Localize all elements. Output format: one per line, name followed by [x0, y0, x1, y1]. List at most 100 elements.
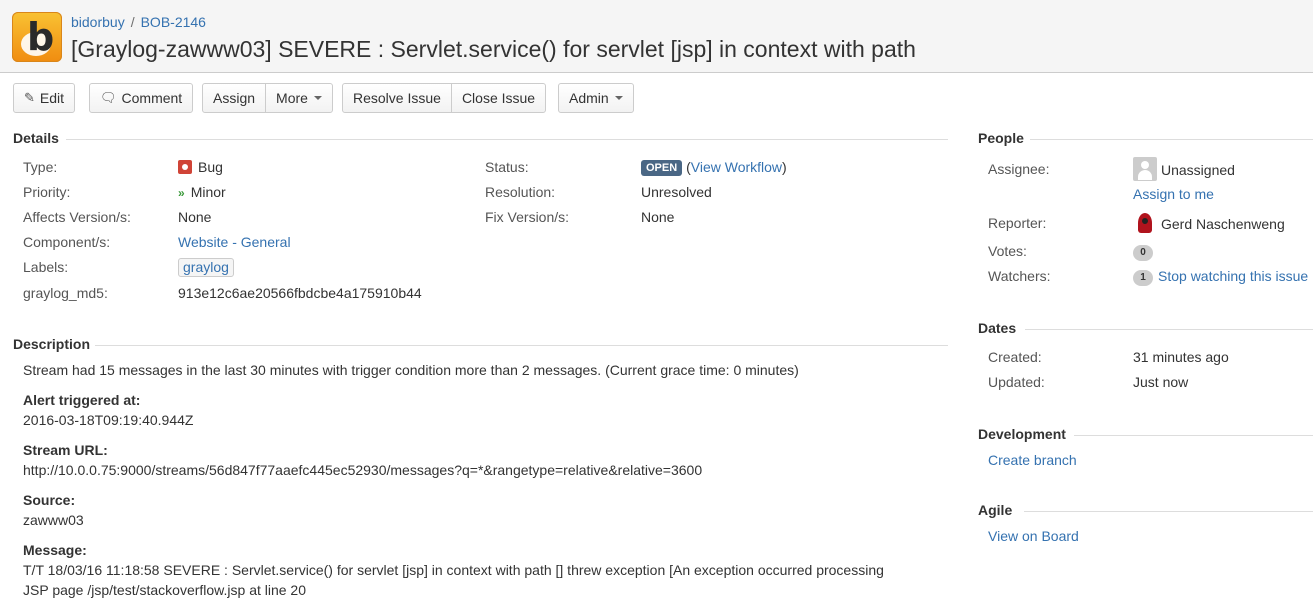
breadcrumb-separator: /	[130, 14, 135, 30]
priority-value: » Minor	[178, 184, 226, 200]
type-value-text: Bug	[198, 159, 223, 175]
status-badge: OPEN	[641, 160, 683, 176]
edit-group: ✎ Edit	[13, 83, 76, 113]
workflow-group: Resolve Issue Close Issue	[342, 83, 547, 113]
comment-button-label: Comment	[121, 90, 183, 106]
people-heading[interactable]: People	[978, 130, 1024, 146]
type-value: Bug	[178, 159, 223, 175]
component-link[interactable]: Website - General	[178, 234, 291, 250]
breadcrumb-project-link[interactable]: bidorbuy	[71, 14, 125, 30]
chevron-down-icon	[614, 96, 623, 100]
details-divider	[66, 139, 948, 140]
stream-url-link[interactable]: http://10.0.0.75:9000/streams/56d847f77a…	[23, 462, 702, 478]
message-line-2: JSP page /jsp/test/stackoverflow.jsp at …	[23, 582, 307, 598]
labels-value: graylog	[178, 258, 234, 277]
dates-heading[interactable]: Dates	[978, 320, 1016, 336]
pencil-icon: ✎	[24, 90, 35, 105]
assign-button[interactable]: Assign	[202, 83, 267, 113]
created-value: 31 minutes ago	[1133, 349, 1229, 365]
status-value: OPEN (View Workflow)	[641, 159, 787, 176]
more-button-label: More	[276, 90, 308, 106]
more-button[interactable]: More	[265, 83, 333, 113]
affects-versions-value: None	[178, 209, 212, 225]
description-intro: Stream had 15 messages in the last 30 mi…	[23, 362, 799, 378]
development-heading[interactable]: Development	[978, 426, 1066, 442]
resolve-issue-label: Resolve Issue	[353, 90, 441, 106]
source-value: zawww03	[23, 512, 84, 528]
assign-button-label: Assign	[213, 90, 256, 106]
message-line-1: T/T 18/03/16 11:18:58 SEVERE : Servlet.s…	[23, 562, 884, 578]
watchers-value: 1 Stop watching this issue	[1133, 268, 1308, 286]
admin-button-label: Admin	[569, 90, 609, 106]
type-label: Type:	[23, 159, 58, 175]
admin-group: Admin	[558, 83, 634, 113]
affects-versions-label: Affects Version/s:	[23, 209, 131, 225]
view-on-board-link[interactable]: View on Board	[988, 528, 1079, 544]
assignee-value: Unassigned	[1133, 157, 1235, 181]
resolve-issue-button[interactable]: Resolve Issue	[342, 83, 452, 113]
priority-value-text: Minor	[190, 184, 226, 200]
development-divider	[1074, 435, 1313, 436]
updated-value: Just now	[1133, 374, 1189, 390]
agile-divider	[1024, 511, 1313, 512]
votes-label: Votes:	[988, 243, 1027, 259]
unassigned-avatar-icon	[1133, 157, 1157, 181]
comment-icon: 🗨	[100, 90, 117, 105]
workflow-paren-close: )	[782, 159, 787, 175]
fix-versions-value: None	[641, 209, 675, 225]
comment-group: 🗨 Comment	[89, 83, 194, 113]
label-tag-graylog[interactable]: graylog	[178, 258, 234, 277]
people-divider	[1030, 139, 1313, 140]
watchers-label: Watchers:	[988, 268, 1051, 284]
admin-button[interactable]: Admin	[558, 83, 634, 113]
alert-triggered-value: 2016-03-18T09:19:40.944Z	[23, 412, 194, 428]
priority-minor-icon: »	[178, 186, 185, 200]
votes-count-badge[interactable]: 0	[1133, 245, 1153, 261]
graylog-md5-value: 913e12c6ae20566fbdcbe4a175910b44	[178, 285, 422, 301]
edit-button-label: Edit	[39, 90, 65, 106]
message-label: Message:	[23, 542, 87, 558]
details-heading[interactable]: Details	[13, 130, 59, 146]
stop-watching-link[interactable]: Stop watching this issue	[1158, 268, 1308, 284]
resolution-label: Resolution:	[485, 184, 556, 200]
chevron-down-icon	[313, 96, 322, 100]
comment-button[interactable]: 🗨 Comment	[89, 83, 194, 113]
create-branch-link[interactable]: Create branch	[988, 452, 1077, 468]
project-avatar[interactable]: b	[12, 12, 62, 62]
resolution-value: Unresolved	[641, 184, 712, 200]
description-divider	[95, 345, 948, 346]
bug-icon	[178, 160, 192, 174]
close-issue-label: Close Issue	[461, 90, 536, 106]
source-label: Source:	[23, 492, 76, 508]
dates-divider	[1025, 329, 1313, 330]
edit-button[interactable]: ✎ Edit	[13, 83, 76, 113]
agile-heading[interactable]: Agile	[978, 502, 1012, 518]
breadcrumb-issue-key-link[interactable]: BOB-2146	[141, 14, 206, 30]
view-workflow-link[interactable]: View Workflow	[691, 159, 782, 175]
reporter-avatar	[1133, 211, 1157, 235]
watchers-count-badge[interactable]: 1	[1133, 270, 1153, 286]
labels-label: Labels:	[23, 259, 69, 275]
created-label: Created:	[988, 349, 1042, 365]
status-label: Status:	[485, 159, 529, 175]
assign-to-me-link[interactable]: Assign to me	[1133, 186, 1214, 202]
description-heading[interactable]: Description	[13, 336, 90, 352]
reporter-label: Reporter:	[988, 215, 1047, 231]
assign-more-group: Assign More	[202, 83, 333, 113]
issue-summary[interactable]: [Graylog-zawww03] SEVERE : Servlet.servi…	[71, 36, 916, 63]
stream-url-label: Stream URL:	[23, 442, 108, 458]
reporter-name[interactable]: Gerd Naschenweng	[1161, 216, 1285, 232]
updated-label: Updated:	[988, 374, 1045, 390]
assignee-name: Unassigned	[1161, 162, 1235, 178]
logo-letter: b	[27, 15, 55, 59]
issue-header: b bidorbuy / BOB-2146 [Graylog-zawww03] SE…	[0, 0, 1313, 73]
components-label: Component/s:	[23, 234, 111, 250]
close-issue-button[interactable]: Close Issue	[450, 83, 547, 113]
assignee-label: Assignee:	[988, 161, 1050, 177]
priority-label: Priority:	[23, 184, 71, 200]
alert-triggered-label: Alert triggered at:	[23, 392, 141, 408]
fix-versions-label: Fix Version/s:	[485, 209, 570, 225]
graylog-md5-label: graylog_md5:	[23, 285, 108, 301]
votes-value: 0	[1133, 243, 1158, 261]
reporter-value: Gerd Naschenweng	[1133, 211, 1285, 235]
